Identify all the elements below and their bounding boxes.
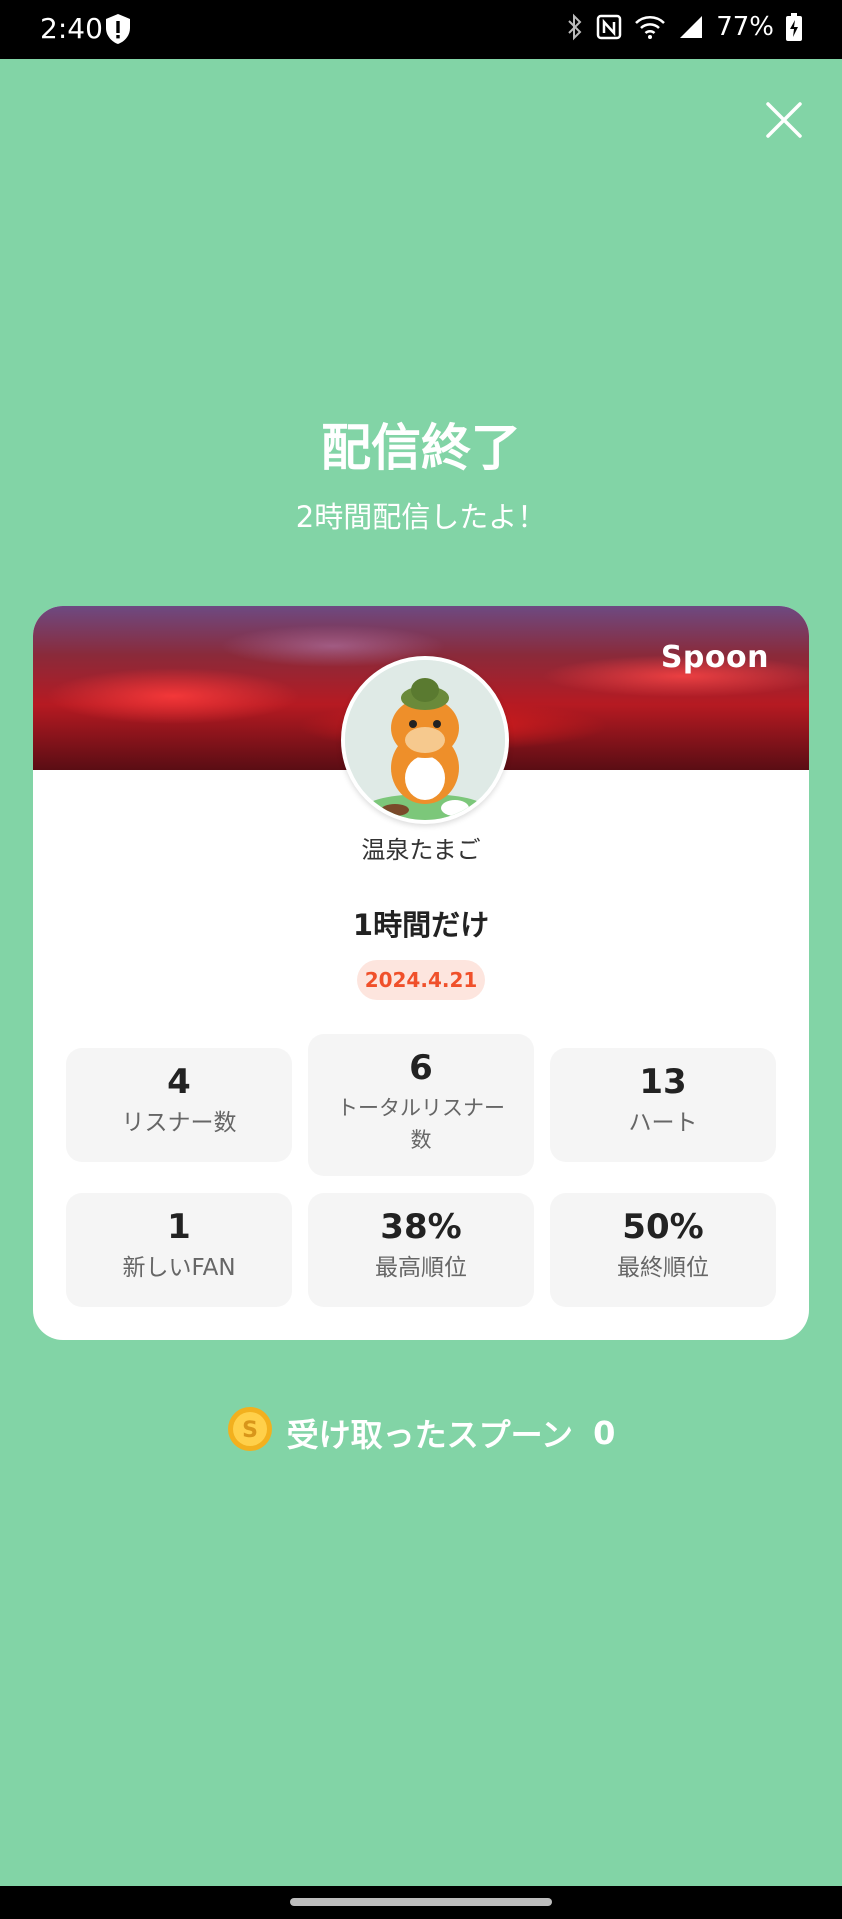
stat-new-fans: 1 新しいFAN [66,1193,292,1307]
page-subtitle: 2時間配信したよ！ [295,500,547,534]
username: 温泉たまご [361,836,481,864]
status-time: 2:40 [40,12,103,45]
stat-label: ハート [628,1110,698,1136]
page-title: 配信終了 [321,419,521,477]
stat-listeners: 4 リスナー数 [66,1048,292,1162]
status-icons: 77% [566,12,802,42]
spoons-label: 受け取ったスプーン [286,1416,574,1454]
stat-value: 38% [380,1207,462,1247]
stat-label: トータルリスナー数 [337,1096,505,1152]
brand-logo: Spoon [660,640,769,675]
spoons-received: S 受け取ったスプーン 0 [0,1406,842,1460]
bluetooth-icon [566,13,584,41]
stat-label: リスナー数 [121,1110,237,1136]
wifi-icon [634,14,666,40]
close-icon [766,102,802,138]
spoon-coin-icon: S [227,1406,273,1460]
nfc-icon [596,14,622,40]
stat-total-listeners: 6 トータルリスナー数 [308,1034,534,1176]
stat-value: 6 [409,1048,433,1088]
battery-charging-icon [786,13,802,41]
avatar [341,656,509,824]
signal-icon [678,14,704,40]
close-button[interactable] [760,96,808,144]
stat-label: 新しいFAN [122,1255,236,1281]
spoons-count: 0 [593,1414,616,1452]
broadcast-summary-card: Spoon 温泉たまご 1時間だけ 2024.4.21 4 リスナー数 6 トー… [33,606,809,1340]
stat-value: 1 [167,1207,191,1247]
home-indicator[interactable] [290,1898,552,1906]
stat-highest-rank: 38% 最高順位 [308,1193,534,1307]
navigation-bar [0,1886,842,1919]
stat-value: 50% [622,1207,704,1247]
live-title: 1時間だけ [352,908,490,942]
stat-value: 4 [167,1062,191,1102]
shield-alert-icon [104,13,132,49]
stat-hearts: 13 ハート [550,1048,776,1162]
battery-percent: 77% [716,12,774,42]
status-bar: 2:40 77% [0,0,842,59]
stat-value: 13 [639,1062,687,1102]
stat-label: 最高順位 [375,1255,467,1281]
svg-text:S: S [242,1418,258,1443]
stat-final-rank: 50% 最終順位 [550,1193,776,1307]
date-badge: 2024.4.21 [357,960,485,1000]
stat-label: 最終順位 [617,1255,709,1281]
